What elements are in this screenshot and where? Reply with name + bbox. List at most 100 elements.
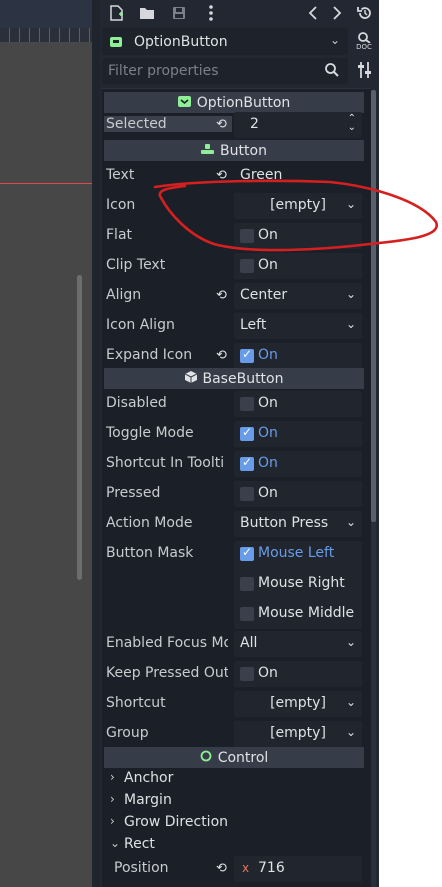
prop-label: Icon xyxy=(106,197,136,213)
option-button-class-icon xyxy=(177,95,191,111)
checkbox[interactable] xyxy=(240,667,254,681)
node-name: OptionButton xyxy=(134,33,228,50)
prop-label: Action Mode xyxy=(106,515,193,531)
revert-icon[interactable]: ⟲ xyxy=(216,349,230,363)
shortcut-in-tooltip-checkbox[interactable]: On xyxy=(234,451,362,477)
new-script-icon[interactable] xyxy=(106,2,128,24)
keep-pressed-outside-checkbox[interactable]: On xyxy=(234,661,362,687)
open-icon[interactable] xyxy=(136,2,158,24)
group-resource-picker[interactable]: [empty] ⌄ xyxy=(234,721,362,747)
revert-icon[interactable]: ⟲ xyxy=(216,169,230,183)
checkbox[interactable] xyxy=(240,397,254,411)
node-selector[interactable]: OptionButton ⌄ xyxy=(102,28,348,55)
prop-label: Keep Pressed Out xyxy=(106,665,228,681)
checkbox-checked[interactable] xyxy=(240,347,254,363)
group-label: Rect xyxy=(124,836,155,852)
prop-label: Flat xyxy=(106,227,133,243)
prop-label: Shortcut xyxy=(106,695,166,711)
toggle-mode-checkbox[interactable]: On xyxy=(234,421,362,447)
value-text: 2 xyxy=(250,116,259,132)
value-text: On xyxy=(258,455,278,471)
history-forward-icon[interactable] xyxy=(326,2,348,24)
editor-viewport[interactable] xyxy=(0,0,92,887)
filter-properties-input[interactable] xyxy=(102,58,348,84)
chevron-right-icon: › xyxy=(110,814,115,828)
history-icon[interactable] xyxy=(354,2,376,24)
checkbox-checked[interactable] xyxy=(240,455,254,471)
pressed-checkbox[interactable]: On xyxy=(234,481,362,507)
checkbox-checked[interactable] xyxy=(240,425,254,441)
value-text: On xyxy=(258,257,278,273)
prop-shortcut-in-tooltip: Shortcut In Toolti On xyxy=(104,451,364,477)
checkbox[interactable] xyxy=(240,259,254,273)
viewport-toolbar xyxy=(0,0,92,28)
save-icon[interactable] xyxy=(168,2,190,24)
checkbox[interactable] xyxy=(240,577,254,591)
flag-label: Mouse Right xyxy=(258,575,345,591)
chevron-down-icon: ⌄ xyxy=(345,287,356,301)
selected-spinbox[interactable]: 2 ⌃ ⌄ xyxy=(234,112,362,138)
history-back-icon[interactable] xyxy=(302,2,324,24)
dock-divider[interactable] xyxy=(92,0,100,887)
position-x-field[interactable]: x 716 xyxy=(234,856,362,882)
value-text: [empty] xyxy=(270,695,326,711)
checkbox-checked[interactable] xyxy=(240,545,254,561)
shortcut-resource-picker[interactable]: [empty] ⌄ xyxy=(234,691,362,717)
chevron-right-icon: › xyxy=(110,770,115,784)
clip-text-checkbox[interactable]: On xyxy=(234,253,362,279)
flat-checkbox[interactable]: On xyxy=(234,223,362,249)
section-title: Control xyxy=(217,749,269,766)
group-grow-direction[interactable]: › Grow Direction xyxy=(106,814,366,836)
viewport-scrollbar[interactable] xyxy=(77,275,82,580)
prop-label: Group xyxy=(106,725,149,741)
value-text: 716 xyxy=(258,860,285,876)
chevron-down-icon: ⌄ xyxy=(345,515,356,529)
revert-icon[interactable]: ⟲ xyxy=(216,289,230,303)
expand-icon-checkbox[interactable]: On xyxy=(234,343,362,369)
group-rect[interactable]: ⌄ Rect xyxy=(106,836,366,858)
guide-line xyxy=(0,183,92,184)
doc-help-icon[interactable]: DOC xyxy=(352,28,376,55)
checkbox[interactable] xyxy=(240,487,254,501)
action-mode-dropdown[interactable]: Button Press ⌄ xyxy=(234,511,362,537)
inspector-scrollbar-thumb[interactable] xyxy=(371,90,376,522)
prop-text: Text ⟲ Green xyxy=(104,167,364,189)
icon-align-dropdown[interactable]: Left ⌄ xyxy=(234,313,362,339)
prop-label: Enabled Focus Mo xyxy=(106,635,228,651)
flag-label: Mouse Middle xyxy=(258,605,355,621)
revert-icon[interactable]: ⟲ xyxy=(216,862,230,876)
enabled-focus-mode-dropdown[interactable]: All ⌄ xyxy=(234,631,362,657)
revert-icon[interactable]: ⟲ xyxy=(216,118,230,132)
prop-label: Disabled xyxy=(106,395,167,411)
value-text: On xyxy=(258,347,278,363)
prop-disabled: Disabled On xyxy=(104,391,364,417)
chevron-down-icon: ⌄ xyxy=(110,836,121,850)
flag-mouse-right[interactable]: Mouse Right xyxy=(234,571,362,599)
prop-button-mask: Button Mask Mouse Left Mouse Right Mouse… xyxy=(104,541,364,635)
disabled-checkbox[interactable]: On xyxy=(234,391,362,417)
checkbox[interactable] xyxy=(240,229,254,243)
checkbox[interactable] xyxy=(240,607,254,621)
flag-mouse-left[interactable]: Mouse Left xyxy=(234,541,362,569)
icon-resource-picker[interactable]: [empty] ⌄ xyxy=(234,193,362,219)
flag-mouse-middle[interactable]: Mouse Middle xyxy=(234,601,362,629)
value-text: [empty] xyxy=(270,197,326,213)
control-class-icon xyxy=(200,750,212,766)
align-dropdown[interactable]: Center ⌄ xyxy=(234,283,362,309)
value-text: On xyxy=(258,485,278,501)
prop-shortcut: Shortcut [empty] ⌄ xyxy=(104,691,364,717)
spinner-arrows-icon[interactable]: ⌃ ⌄ xyxy=(348,114,356,133)
prop-label: Toggle Mode xyxy=(106,425,194,441)
prop-group: Group [empty] ⌄ xyxy=(104,721,364,747)
group-anchor[interactable]: › Anchor xyxy=(106,770,366,792)
inspector-dock: OptionButton ⌄ DOC OptionButton Selected… xyxy=(100,0,379,887)
page-background xyxy=(379,0,442,887)
prop-label: Text xyxy=(106,167,135,183)
more-icon[interactable] xyxy=(200,2,222,24)
group-margin[interactable]: › Margin xyxy=(106,792,366,814)
tools-icon[interactable] xyxy=(356,61,374,81)
option-button-node-icon xyxy=(110,36,122,47)
text-field[interactable]: Green xyxy=(234,163,362,189)
prop-keep-pressed-outside: Keep Pressed Out On xyxy=(104,661,364,687)
chevron-right-icon: › xyxy=(110,792,115,806)
